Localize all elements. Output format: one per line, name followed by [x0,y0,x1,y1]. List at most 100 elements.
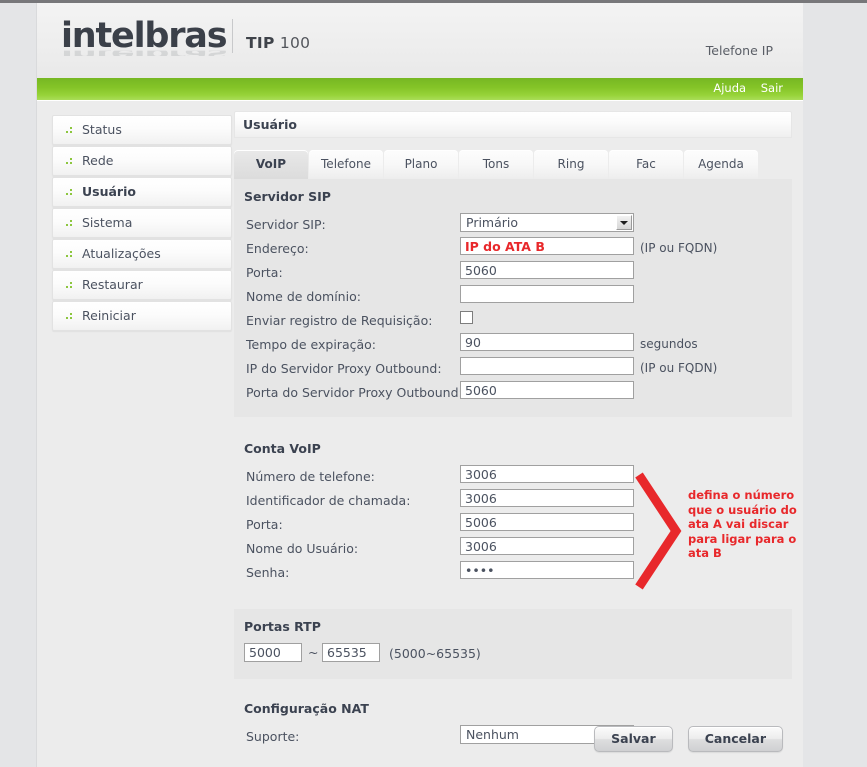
rtp-end-input[interactable] [322,643,380,662]
nome-dominio-input[interactable] [460,285,634,303]
select-value: Primário [466,215,519,230]
page-container: intelbras intelbras TIP 100 Telefone IP … [36,3,803,767]
device-type-label: Telefone IP [705,43,773,58]
field-row-identificador-chamada: Identificador de chamada: [234,489,792,513]
rtp-range-hint: (5000~65535) [389,646,481,661]
section-servidor-sip: Servidor SIP Servidor SIP: Primário Ende… [234,179,792,417]
sidebar-item-rede[interactable]: Rede [52,146,232,176]
tab-label: Plano [404,157,438,171]
field-row-servidor-sip: Servidor SIP: Primário [234,213,792,237]
sidebar-item-atualizacoes[interactable]: Atualizações [52,239,232,269]
sidebar-item-label: Reiniciar [82,308,136,323]
numero-telefone-input[interactable] [460,465,634,483]
site-header: intelbras intelbras TIP 100 Telefone IP [37,3,803,78]
endereco-input[interactable] [460,237,634,255]
field-hint: (IP ou FQDN) [640,361,718,375]
sidebar-item-label: Restaurar [82,277,143,292]
panel-title-bar: Usuário [234,111,792,138]
product-model-prefix: TIP [246,34,275,52]
dots-icon [66,125,75,134]
proxy-ip-input[interactable] [460,357,634,375]
senha-input[interactable] [460,561,634,579]
field-row-proxy-porta: Porta do Servidor Proxy Outbound: [234,381,792,405]
field-label: Nome de domínio: [246,289,361,304]
tab-ring[interactable]: Ring [534,150,608,179]
tab-label: Ring [557,157,585,171]
rtp-start-input[interactable] [244,643,302,662]
dots-icon [66,249,75,258]
sidebar-item-usuario[interactable]: Usuário [52,177,232,207]
sidebar-item-label: Rede [82,153,114,168]
tab-agenda[interactable]: Agenda [684,150,758,179]
field-row-senha: Senha: [234,561,792,585]
tab-fac[interactable]: Fac [609,150,683,179]
field-row-enviar-registro: Enviar registro de Requisição: [234,309,792,333]
logo-divider [232,19,233,53]
field-label: Nome do Usuário: [246,541,359,556]
logout-link[interactable]: Sair [761,81,783,95]
proxy-porta-input[interactable] [460,381,634,399]
field-row-nome-dominio: Nome de domínio: [234,285,792,309]
field-label: Tempo de expiração: [246,337,376,352]
tab-bar: VoIP Telefone Plano Tons Ring Fac Agenda [234,150,792,179]
dots-icon [66,311,75,320]
field-row-porta: Porta: [234,261,792,285]
section-portas-rtp: Portas RTP ~ (5000~65535) [234,609,792,679]
brand-logo-reflection: intelbras [61,51,226,56]
field-row-tempo-expiracao: Tempo de expiração: segundos [234,333,792,357]
cancel-button[interactable]: Cancelar [687,726,783,752]
tab-label: Tons [482,157,510,171]
tab-telefone[interactable]: Telefone [309,150,383,179]
field-label: Senha: [246,565,290,580]
field-row-numero-telefone: Número de telefone: [234,465,792,489]
dots-icon [66,187,75,196]
field-label: IP do Servidor Proxy Outbound: [246,361,442,376]
form-actions: Salvar Cancelar [584,726,783,752]
header-links: Ajuda Sair [702,81,783,95]
tab-tons[interactable]: Tons [459,150,533,179]
field-row-conta-porta: Porta: [234,513,792,537]
sidebar-item-label: Status [82,122,122,137]
tab-plano[interactable]: Plano [384,150,458,179]
save-button[interactable]: Salvar [594,726,673,752]
tempo-expiracao-input[interactable] [460,333,634,351]
field-label: Identificador de chamada: [246,493,411,508]
sidebar-item-restaurar[interactable]: Restaurar [52,270,232,300]
help-link[interactable]: Ajuda [713,81,746,95]
chevron-down-icon[interactable] [616,215,632,230]
field-row-nome-usuario: Nome do Usuário: [234,537,792,561]
field-row-endereco: Endereço: (IP ou FQDN) [234,237,792,261]
field-label: Suporte: [246,729,300,744]
section-title: Configuração NAT [244,701,369,716]
brand-logo: intelbras intelbras [61,17,228,68]
section-title: Conta VoIP [244,441,321,456]
sidebar-item-label: Usuário [82,184,136,199]
select-value: Nenhum [466,727,519,742]
dots-icon [66,280,75,289]
field-unit: segundos [640,337,698,351]
sidebar-nav: Status Rede Usuário Sistema Atualizações… [52,115,232,332]
content-panel: Usuário VoIP Telefone Plano Tons Ring Fa… [234,111,797,761]
sidebar-item-status[interactable]: Status [52,115,232,145]
tab-label: Fac [636,157,656,171]
tab-label: Telefone [321,157,371,171]
nome-usuario-input[interactable] [460,537,634,555]
tab-voip[interactable]: VoIP [234,150,308,179]
identificador-chamada-input[interactable] [460,489,634,507]
enviar-registro-checkbox[interactable] [460,311,473,324]
conta-porta-input[interactable] [460,513,634,531]
dots-icon [66,156,75,165]
sidebar-item-reiniciar[interactable]: Reiniciar [52,301,232,331]
section-title: Servidor SIP [244,189,331,204]
servidor-sip-select[interactable]: Primário [460,213,634,232]
rtp-separator: ~ [308,645,319,660]
porta-input[interactable] [460,261,634,279]
field-label: Servidor SIP: [246,217,326,232]
field-label: Número de telefone: [246,469,375,484]
sidebar-item-sistema[interactable]: Sistema [52,208,232,238]
tab-label: VoIP [255,157,287,171]
field-hint: (IP ou FQDN) [640,241,718,255]
field-label: Porta do Servidor Proxy Outbound: [246,385,463,400]
